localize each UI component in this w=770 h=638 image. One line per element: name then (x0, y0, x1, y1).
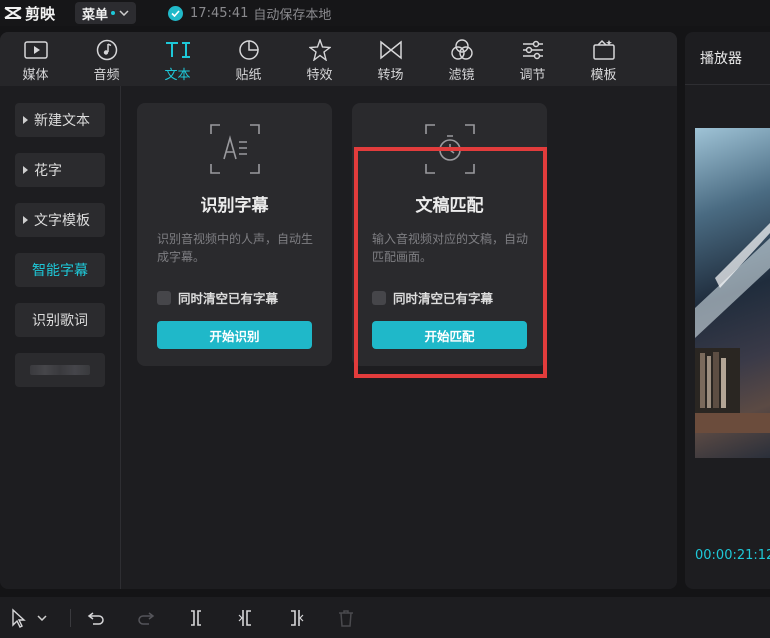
obscured-label (30, 365, 90, 375)
app-name: 剪映 (25, 4, 56, 23)
sidebar-item-new-text[interactable]: 新建文本 (15, 103, 105, 137)
media-icon (23, 40, 48, 59)
sidebar-item-label: 识别歌词 (32, 313, 88, 329)
cursor-icon (12, 607, 26, 628)
sidebar-item-label: 花字 (34, 163, 62, 179)
tool-effects-label: 特效 (306, 68, 333, 83)
menu-button[interactable]: 菜单 (75, 2, 137, 24)
player-timecode: 00:00:21:12 (695, 548, 770, 563)
app-logo: 剪映 (4, 3, 55, 24)
checkbox-box[interactable] (157, 290, 171, 305)
save-status: 17:45:41 自动保存本地 (168, 4, 331, 23)
sidebar-item-label: 智能字幕 (32, 263, 88, 279)
tool-text[interactable]: 文本 (142, 32, 213, 86)
sticker-icon (238, 39, 259, 60)
delete-button[interactable] (321, 597, 371, 638)
menu-notification-dot (111, 11, 116, 15)
tool-filter[interactable]: 滤镜 (426, 32, 497, 86)
split-right-icon (291, 609, 304, 626)
highlight-annotation-box (354, 147, 547, 378)
tool-transition-label: 转场 (377, 68, 404, 83)
tool-text-label: 文本 (164, 68, 191, 83)
tool-sticker[interactable]: 贴纸 (213, 32, 284, 86)
caption-recognize-icon (210, 124, 260, 174)
text-sidebar: 新建文本 花字 文字模板 智能字幕 识别歌词 (0, 86, 121, 589)
split-left-button[interactable] (221, 597, 271, 638)
split-left-icon (238, 609, 251, 626)
tool-template[interactable]: 模板 (568, 32, 639, 86)
audio-icon (96, 39, 117, 60)
effects-icon (308, 38, 331, 61)
player-panel: 播放器 00:00:21:12 (685, 32, 770, 589)
undo-icon (87, 611, 104, 625)
tool-media[interactable]: 媒体 (0, 32, 71, 86)
tool-adjust-label: 调节 (519, 68, 546, 83)
sidebar-item-label: 文字模板 (34, 213, 90, 229)
expand-arrow-icon (23, 116, 28, 124)
sidebar-item-recognize-lyrics[interactable]: 识别歌词 (15, 303, 105, 337)
tool-audio[interactable]: 音频 (71, 32, 142, 86)
sidebar-item-fancy-text[interactable]: 花字 (15, 153, 105, 187)
start-recognize-button[interactable]: 开始识别 (157, 321, 312, 349)
divider (685, 84, 770, 85)
check-icon (168, 5, 184, 21)
split-button[interactable] (171, 597, 221, 638)
clear-captions-checkbox[interactable]: 同时清空已有字幕 (157, 288, 278, 307)
checkbox-label: 同时清空已有字幕 (178, 291, 279, 306)
title-bar: 剪映 菜单 17:45:41 自动保存本地 (0, 0, 770, 26)
save-time: 17:45:41 (190, 5, 249, 21)
adjust-icon (522, 40, 543, 59)
template-icon (592, 39, 615, 60)
select-tool-button[interactable] (0, 597, 58, 638)
undo-button[interactable] (71, 597, 121, 638)
video-frame-image (695, 223, 770, 433)
expand-arrow-icon (23, 216, 28, 224)
expand-arrow-icon (23, 166, 28, 174)
card-title: 识别字幕 (200, 196, 269, 216)
video-preview[interactable] (695, 128, 770, 458)
split-right-button[interactable] (271, 597, 321, 638)
transition-icon (379, 39, 402, 60)
redo-button[interactable] (121, 597, 171, 638)
tool-template-label: 模板 (590, 68, 617, 83)
split-icon (191, 609, 201, 626)
tool-transition[interactable]: 转场 (355, 32, 426, 86)
redo-icon (138, 611, 155, 625)
tool-media-label: 媒体 (22, 68, 49, 83)
tool-filter-label: 滤镜 (448, 68, 475, 83)
tool-adjust[interactable]: 调节 (497, 32, 568, 86)
player-title: 播放器 (700, 51, 742, 67)
sidebar-item-smart-captions[interactable]: 智能字幕 (15, 253, 105, 287)
sidebar-item-text-template[interactable]: 文字模板 (15, 203, 105, 237)
recognize-captions-card: 识别字幕 识别音视频中的人声，自动生成字幕。 同时清空已有字幕 开始识别 (137, 103, 332, 366)
tool-effects[interactable]: 特效 (284, 32, 355, 86)
resource-panel: 媒体 音频 文本 贴纸 特效 转场 滤镜 调节 模板 新建文本 花字 文字模板 … (0, 32, 677, 589)
tool-sticker-label: 贴纸 (235, 68, 262, 83)
category-toolbar: 媒体 音频 文本 贴纸 特效 转场 滤镜 调节 模板 (0, 32, 677, 86)
sidebar-item-label: 新建文本 (34, 113, 90, 129)
trash-icon (339, 609, 353, 627)
filter-icon (450, 38, 473, 60)
card-description: 识别音视频中的人声，自动生成字幕。 (157, 232, 314, 264)
chevron-down-icon (119, 10, 129, 16)
save-text: 自动保存本地 (253, 7, 332, 23)
capcut-logo-icon (4, 7, 22, 19)
timeline-toolbar (0, 597, 770, 638)
menu-label: 菜单 (82, 7, 109, 23)
tool-audio-label: 音频 (93, 68, 120, 83)
chevron-down-icon (37, 614, 47, 621)
sidebar-item-obscured[interactable] (15, 353, 105, 387)
text-icon (165, 41, 190, 58)
